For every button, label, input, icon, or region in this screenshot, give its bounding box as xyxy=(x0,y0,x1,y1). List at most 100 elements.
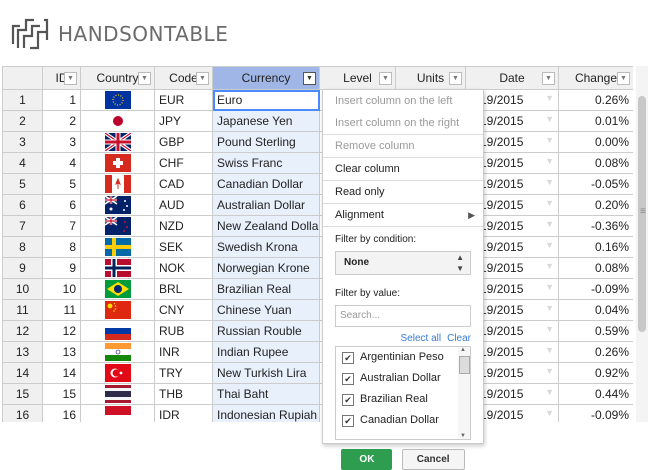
cell-id[interactable]: 10 xyxy=(42,278,81,300)
table-row[interactable]: 11 11 CNY Chinese Yuan 3/19/2015 ▼ 0.04% xyxy=(2,299,633,321)
ok-button[interactable]: OK xyxy=(341,449,393,470)
table-row[interactable]: 14 14 TRY New Turkish Lira 3/19/2015 ▼ 0.92% xyxy=(2,362,633,384)
cell-change[interactable]: -0.36% xyxy=(558,215,633,237)
column-header-change[interactable]: Change ▼ xyxy=(558,66,633,90)
cell-country[interactable] xyxy=(80,362,155,384)
checkbox-checked-icon[interactable]: ✔ xyxy=(342,393,354,406)
menu-remove-column[interactable]: Remove column xyxy=(323,135,483,157)
cell-change[interactable]: 0.26% xyxy=(558,89,633,111)
column-header-id[interactable]: ID ▼ xyxy=(42,66,81,90)
table-row[interactable]: 8 8 SEK Swedish Krona 3/19/2015 ▼ 0.16% xyxy=(2,236,633,258)
cell-currency[interactable]: Indian Rupee xyxy=(212,341,320,363)
table-row[interactable]: 12 12 RUB Russian Rouble 3/19/2015 ▼ 0.59% xyxy=(2,320,633,342)
cell-code[interactable]: NOK xyxy=(154,257,213,279)
table-row[interactable]: 7 7 NZD New Zealand Dollar 3/19/2015 ▼ -0.36% xyxy=(2,215,633,237)
cell-change[interactable]: 0.08% xyxy=(558,152,633,174)
cell-country[interactable] xyxy=(80,215,155,237)
cell-change[interactable]: 0.00% xyxy=(558,131,633,153)
table-row[interactable]: 15 15 THB Thai Baht 3/19/2015 ▼ 0.44% xyxy=(2,383,633,405)
row-header[interactable]: 7 xyxy=(2,215,43,237)
menu-read-only[interactable]: Read only xyxy=(323,181,483,203)
row-header[interactable]: 12 xyxy=(2,320,43,342)
cell-country[interactable] xyxy=(80,404,155,422)
date-dropdown-icon[interactable]: ▼ xyxy=(545,282,554,292)
cell-country[interactable] xyxy=(80,173,155,195)
cell-country[interactable] xyxy=(80,131,155,153)
cell-currency[interactable]: Thai Baht xyxy=(212,383,320,405)
cell-code[interactable]: SEK xyxy=(154,236,213,258)
cancel-button[interactable]: Cancel xyxy=(401,449,465,470)
date-dropdown-icon[interactable]: ▼ xyxy=(545,156,554,166)
cell-code[interactable]: CHF xyxy=(154,152,213,174)
cell-change[interactable]: 0.16% xyxy=(558,236,633,258)
date-dropdown-icon[interactable]: ▼ xyxy=(545,219,554,229)
cell-code[interactable]: GBP xyxy=(154,131,213,153)
date-dropdown-icon[interactable]: ▼ xyxy=(545,114,554,124)
menu-insert-right[interactable]: Insert column on the right xyxy=(323,112,483,134)
cell-change[interactable]: 0.44% xyxy=(558,383,633,405)
cell-change[interactable]: -0.05% xyxy=(558,173,633,195)
row-header[interactable]: 6 xyxy=(2,194,43,216)
cell-id[interactable]: 3 xyxy=(42,131,81,153)
menu-clear-column[interactable]: Clear column xyxy=(323,158,483,180)
cell-currency[interactable]: Indonesian Rupiah xyxy=(212,404,320,422)
cell-country[interactable] xyxy=(80,299,155,321)
cell-id[interactable]: 2 xyxy=(42,110,81,132)
grid-scrollbar[interactable]: ≡ xyxy=(636,66,648,422)
select-all-link[interactable]: Select all xyxy=(401,333,442,344)
filter-value-item[interactable]: ✔ Australian Dollar xyxy=(336,368,470,389)
cell-code[interactable]: JPY xyxy=(154,110,213,132)
cell-id[interactable]: 15 xyxy=(42,383,81,405)
cell-code[interactable]: INR xyxy=(154,341,213,363)
cell-change[interactable]: 0.92% xyxy=(558,362,633,384)
cell-id[interactable]: 12 xyxy=(42,320,81,342)
cell-code[interactable]: EUR xyxy=(154,89,213,111)
row-header[interactable]: 16 xyxy=(2,404,43,422)
row-header[interactable]: 14 xyxy=(2,362,43,384)
cell-country[interactable] xyxy=(80,383,155,405)
row-header[interactable]: 13 xyxy=(2,341,43,363)
cell-code[interactable]: THB xyxy=(154,383,213,405)
scroll-down-icon[interactable]: ▼ xyxy=(460,433,466,439)
row-header[interactable]: 11 xyxy=(2,299,43,321)
cell-change[interactable]: 0.04% xyxy=(558,299,633,321)
cell-change[interactable]: 0.26% xyxy=(558,341,633,363)
cell-id[interactable]: 6 xyxy=(42,194,81,216)
table-row[interactable]: 13 13 INR Indian Rupee 3/19/2015 ▼ 0.26% xyxy=(2,341,633,363)
cell-currency[interactable]: Australian Dollar xyxy=(212,194,320,216)
date-dropdown-icon[interactable]: ▼ xyxy=(545,387,554,397)
row-header[interactable]: 1 xyxy=(2,89,43,111)
cell-code[interactable]: CAD xyxy=(154,173,213,195)
column-menu-button[interactable]: ▼ xyxy=(449,72,462,85)
cell-country[interactable] xyxy=(80,152,155,174)
row-header[interactable]: 10 xyxy=(2,278,43,300)
cell-country[interactable] xyxy=(80,89,155,111)
cell-code[interactable]: AUD xyxy=(154,194,213,216)
column-menu-button[interactable]: ▼ xyxy=(303,72,316,85)
filter-value-list[interactable]: ✔ Argentinian Peso ✔ Australian Dollar ✔ Br… xyxy=(335,346,471,440)
cell-currency[interactable]: Pound Sterling xyxy=(212,131,320,153)
column-menu-button[interactable]: ▼ xyxy=(542,72,555,85)
table-row[interactable]: 3 3 GBP Pound Sterling 3/19/2015 ▼ 0.00% xyxy=(2,131,633,153)
cell-id[interactable]: 8 xyxy=(42,236,81,258)
row-header[interactable]: 3 xyxy=(2,131,43,153)
column-menu-button[interactable]: ▼ xyxy=(379,72,392,85)
date-dropdown-icon[interactable]: ▼ xyxy=(545,240,554,250)
row-header[interactable]: 4 xyxy=(2,152,43,174)
table-row[interactable]: 16 16 IDR Indonesian Rupiah 3/19/2015 ▼ -0.09% xyxy=(2,404,633,422)
date-dropdown-icon[interactable]: ▼ xyxy=(545,135,554,145)
date-dropdown-icon[interactable]: ▼ xyxy=(545,198,554,208)
cell-code[interactable]: TRY xyxy=(154,362,213,384)
cell-change[interactable]: 0.59% xyxy=(558,320,633,342)
table-row[interactable]: 1 1 EUR Euro 3/19/2015 ▼ 0.26% xyxy=(2,89,633,111)
cell-country[interactable] xyxy=(80,257,155,279)
cell-currency[interactable]: New Zealand Dollar xyxy=(212,215,320,237)
table-row[interactable]: 9 9 NOK Norwegian Krone 3/19/2015 ▼ 0.08% xyxy=(2,257,633,279)
table-row[interactable]: 4 4 CHF Swiss Franc 3/19/2015 ▼ 0.08% xyxy=(2,152,633,174)
table-row[interactable]: 2 2 JPY Japanese Yen 3/19/2015 ▼ 0.01% xyxy=(2,110,633,132)
column-menu-button[interactable]: ▼ xyxy=(617,72,630,85)
filter-value-item[interactable]: ✔ Argentinian Peso xyxy=(336,347,470,368)
cell-id[interactable]: 13 xyxy=(42,341,81,363)
cell-id[interactable]: 14 xyxy=(42,362,81,384)
cell-change[interactable]: -0.09% xyxy=(558,404,633,422)
